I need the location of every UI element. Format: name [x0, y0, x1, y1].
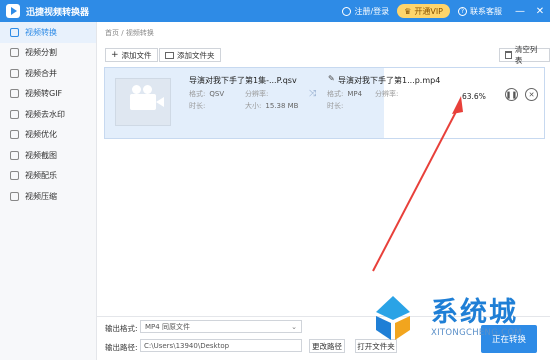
clear-list-label: 清空列表	[514, 45, 538, 65]
vip-label: 开通VIP	[414, 6, 443, 16]
sidebar-item-label: 视频去水印	[25, 109, 65, 119]
music-icon	[10, 171, 19, 181]
add-folder-button[interactable]: 添加文件夹	[159, 48, 221, 62]
sidebar: 视频转换 视频分割 视频合并 视频转GIF 视频去水印 视频优化 视频截图 视频…	[0, 22, 97, 360]
close-button[interactable]: ✕	[530, 0, 550, 22]
pause-icon: ❚❚	[505, 90, 518, 99]
contact-link[interactable]: 联系客服	[470, 6, 502, 17]
sidebar-item-video-screenshot[interactable]: 视频截图	[0, 145, 96, 166]
breadcrumb-separator: /	[121, 29, 124, 37]
user-icon	[342, 6, 352, 16]
output-path-label: 输出路径:	[105, 343, 138, 352]
minimize-button[interactable]: —	[510, 0, 530, 22]
title-bar: 迅捷视频转换器 注册/登录 ♛ 开通VIP ? 联系客服 — ✕	[0, 0, 550, 22]
convert-icon	[10, 27, 19, 37]
sidebar-item-video-merge[interactable]: 视频合并	[0, 63, 96, 84]
sidebar-item-label: 视频分割	[25, 48, 57, 58]
add-file-label: 添加文件	[121, 50, 152, 60]
folder-icon	[165, 51, 174, 59]
watermark-icon	[10, 109, 19, 119]
close-icon: ✕	[528, 90, 535, 99]
output-format-label: 输出格式:	[105, 324, 138, 333]
edit-name-icon[interactable]: ✎	[328, 74, 335, 83]
optimize-icon	[10, 130, 19, 140]
toolbar: + 添加文件 添加文件夹 清空列表	[97, 45, 550, 65]
plus-icon: +	[111, 49, 119, 60]
split-icon	[10, 48, 19, 58]
sidebar-item-label: 视频压缩	[25, 191, 57, 201]
site-watermark: 系统城 XITONGCHENG.COM	[365, 290, 550, 360]
source-duration: 时长:	[189, 102, 206, 110]
title-bar-actions: 注册/登录 ♛ 开通VIP ? 联系客服 — ✕	[342, 0, 550, 22]
sidebar-item-video-music[interactable]: 视频配乐	[0, 166, 96, 187]
watermark-logo-icon	[376, 296, 410, 340]
sidebar-item-label: 视频合并	[25, 68, 57, 78]
video-thumbnail	[115, 78, 171, 126]
output-format-value: MP4 同原文件	[145, 322, 190, 331]
source-resolution: 分辨率:	[245, 90, 269, 98]
crown-icon: ♛	[404, 6, 412, 16]
source-format: 格式: QSV	[189, 90, 225, 98]
sidebar-item-video-compress[interactable]: 视频压缩	[0, 186, 96, 207]
screenshot-icon	[10, 150, 19, 160]
app-title: 迅捷视频转换器	[26, 7, 90, 18]
watermark-url: XITONGCHENG.COM	[431, 328, 522, 338]
target-format: 格式: MP4	[327, 90, 363, 98]
merge-icon	[10, 68, 19, 78]
trash-icon	[505, 51, 512, 59]
source-size: 大小: 15.38 MB	[245, 102, 299, 110]
sidebar-item-label: 视频配乐	[25, 171, 57, 181]
sidebar-item-label: 视频优化	[25, 130, 57, 140]
convert-arrow-icon: ⤨	[309, 89, 317, 99]
sidebar-item-label: 视频截图	[25, 150, 57, 160]
breadcrumb-home[interactable]: 首页	[105, 29, 119, 37]
sidebar-item-label: 视频转GIF	[25, 89, 63, 99]
pause-button[interactable]: ❚❚	[505, 88, 518, 101]
app-logo-icon	[6, 4, 20, 18]
sidebar-item-video-to-gif[interactable]: 视频转GIF	[0, 84, 96, 105]
add-folder-label: 添加文件夹	[177, 50, 215, 60]
sidebar-item-video-split[interactable]: 视频分割	[0, 43, 96, 64]
breadcrumb: 首页 / 视频转换	[105, 28, 154, 38]
output-format-select[interactable]: MP4 同原文件 ⌄	[140, 320, 302, 333]
chevron-down-icon: ⌄	[291, 323, 297, 331]
clear-list-button[interactable]: 清空列表	[499, 45, 550, 65]
sidebar-item-video-optimize[interactable]: 视频优化	[0, 125, 96, 146]
login-link[interactable]: 注册/登录	[354, 6, 389, 17]
target-duration: 时长:	[327, 102, 344, 110]
vip-button[interactable]: ♛ 开通VIP	[397, 4, 450, 18]
output-path-input[interactable]	[140, 339, 302, 352]
progress-percent: 63.6%	[462, 92, 486, 101]
target-resolution: 分辨率:	[375, 90, 399, 98]
change-path-button[interactable]: 更改路径	[309, 339, 345, 353]
file-item[interactable]: 导演对我下手了第1集-...P.qsv 格式: QSV 分辨率: 时长: 大小: 1…	[104, 67, 545, 139]
video-camera-icon	[130, 85, 164, 110]
compress-icon	[10, 191, 19, 201]
remove-item-button[interactable]: ✕	[525, 88, 538, 101]
watermark-title: 系统城	[431, 297, 518, 328]
source-file-name: 导演对我下手了第1集-...P.qsv	[189, 76, 297, 85]
breadcrumb-current: 视频转换	[125, 29, 154, 37]
gif-icon	[10, 89, 19, 99]
sidebar-item-label: 视频转换	[25, 27, 57, 37]
add-file-button[interactable]: + 添加文件	[105, 48, 158, 62]
headset-icon: ?	[458, 6, 467, 16]
sidebar-item-remove-watermark[interactable]: 视频去水印	[0, 104, 96, 125]
sidebar-item-video-convert[interactable]: 视频转换	[0, 22, 96, 43]
target-file-name: 导演对我下手了第1...p.mp4	[338, 76, 441, 85]
